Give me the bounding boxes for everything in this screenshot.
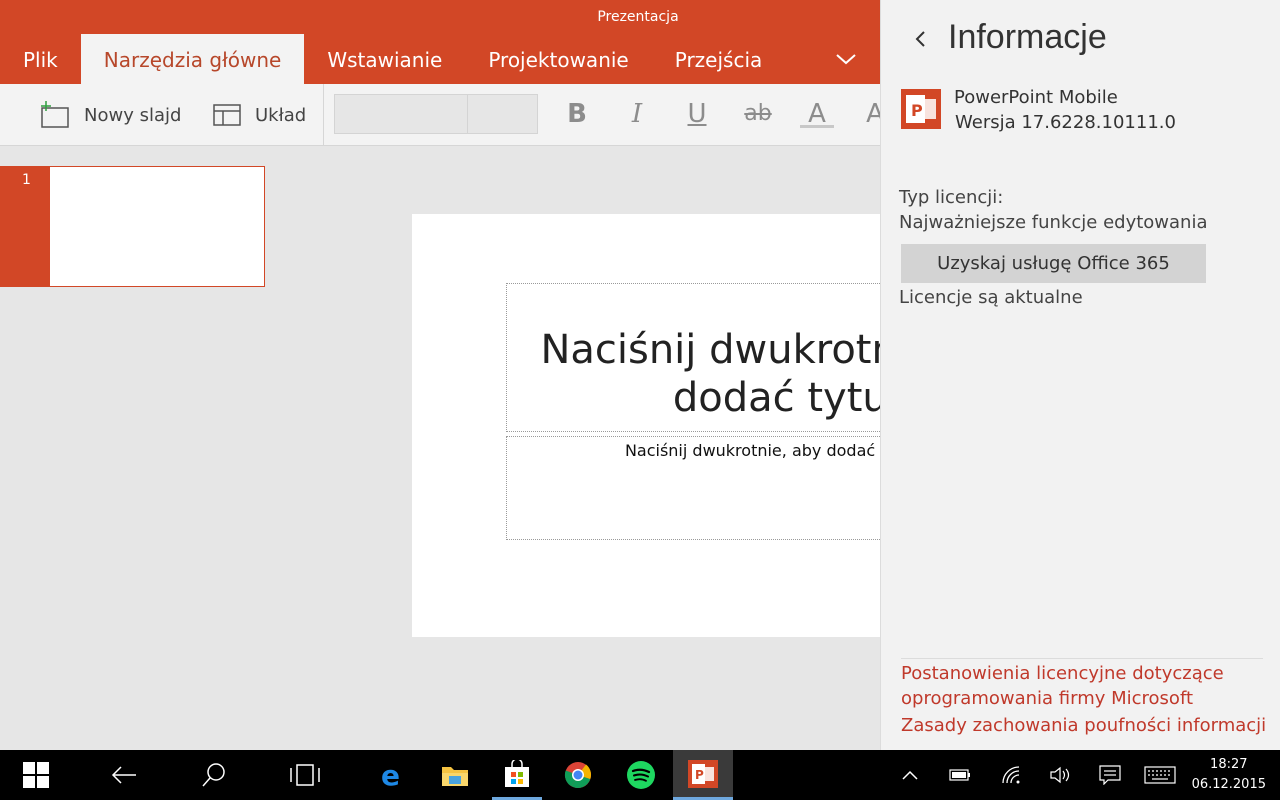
product-name: PowerPoint Mobile [954, 87, 1118, 108]
pane-title: Informacje [948, 18, 1107, 56]
highlight-button[interactable]: A [858, 98, 880, 132]
powerpoint-app[interactable]: P [673, 750, 733, 800]
search-button[interactable] [190, 750, 238, 800]
product-version: Wersja 17.6228.10111.0 [955, 112, 1176, 133]
task-view-icon [290, 764, 320, 786]
italic-button[interactable]: I [620, 98, 654, 132]
powerpoint-icon: P [688, 759, 718, 788]
touch-keyboard-button[interactable] [1142, 750, 1178, 800]
slide-canvas[interactable]: Naciśnij dwukrotnie, aby dodać tytuł Nac… [412, 214, 880, 637]
slide-thumbnail[interactable] [50, 166, 265, 287]
battery-icon [949, 769, 970, 781]
file-explorer-app[interactable] [431, 750, 479, 800]
subtitle-placeholder[interactable]: Naciśnij dwukrotnie, aby dodać podtytuł [506, 436, 880, 540]
font-size-box[interactable] [467, 94, 538, 134]
license-terms-link-line-1[interactable]: Postanowienia licencyjne dotyczące [901, 661, 1224, 687]
new-slide-icon [41, 101, 69, 128]
clock[interactable]: 18:27 06.12.2015 [1192, 755, 1266, 795]
chrome-app[interactable] [554, 750, 602, 800]
back-arrow-icon[interactable] [909, 26, 931, 52]
ribbon-divider [323, 84, 324, 145]
license-label: Typ licencji: [899, 187, 1004, 208]
svg-text:P: P [695, 768, 704, 782]
tab-home[interactable]: Narzędzia główne [80, 34, 305, 84]
new-slide-button[interactable]: Nowy slajd [40, 84, 182, 145]
privacy-link[interactable]: Zasady zachowania poufności informacji [901, 713, 1266, 739]
license-terms-link-line-2[interactable]: oprogramowania firmy Microsoft [901, 686, 1193, 712]
title-line-1: Naciśnij dwukrotnie, aby [540, 327, 880, 373]
title-line-2: dodać tytuł [672, 375, 880, 421]
battery-button[interactable] [946, 750, 974, 800]
tab-insert[interactable]: Wstawianie [304, 34, 465, 84]
chevron-up-icon [902, 770, 918, 780]
layout-button[interactable]: Układ [213, 84, 307, 145]
tab-design[interactable]: Projektowanie [465, 34, 651, 84]
bold-button[interactable]: B [560, 98, 594, 132]
notification-icon [1099, 765, 1121, 785]
keyboard-icon [1144, 766, 1176, 784]
spotify-app[interactable] [617, 750, 665, 800]
ribbon-tabs: Plik Narzędzia główne Wstawianie Projekt… [0, 34, 785, 84]
font-color-button[interactable]: A [800, 98, 834, 129]
action-center-button[interactable] [1096, 750, 1124, 800]
show-hidden-icons-button[interactable] [897, 750, 923, 800]
clock-time: 18:27 [1210, 757, 1248, 772]
back-arrow-icon [111, 766, 136, 784]
license-status: Licencje są aktualne [899, 287, 1083, 308]
start-button[interactable] [12, 750, 60, 800]
taskbar: e P 18:27 06.12.2015 [0, 750, 1280, 800]
svg-text:P: P [911, 101, 923, 120]
store-app[interactable] [492, 750, 542, 800]
store-bag-icon [505, 759, 529, 787]
windows-logo-icon [23, 762, 49, 788]
wifi-icon [1002, 766, 1020, 784]
search-icon [202, 763, 225, 787]
get-office-365-button[interactable]: Uzyskaj usługę Office 365 [901, 244, 1206, 283]
license-type: Najważniejsze funkcje edytowania [899, 212, 1208, 233]
folder-icon [442, 767, 468, 786]
subtitle-text: Naciśnij dwukrotnie, aby dodać podtytuł [624, 441, 880, 460]
back-button[interactable] [100, 750, 148, 800]
layout-icon [213, 104, 241, 126]
edge-app[interactable]: e [369, 750, 417, 800]
volume-icon [1050, 766, 1070, 784]
title-placeholder[interactable]: Naciśnij dwukrotnie, aby dodać tytuł [506, 283, 880, 432]
info-pane: Informacje P PowerPoint Mobile Wersja 17… [880, 0, 1280, 750]
layout-label: Układ [255, 104, 307, 126]
spotify-icon [627, 761, 655, 789]
volume-button[interactable] [1046, 750, 1074, 800]
pane-divider [901, 658, 1263, 659]
new-slide-label: Nowy slajd [84, 104, 182, 126]
ribbon-commands: Nowy slajd Układ B I U ab A A [0, 84, 880, 146]
task-view-button[interactable] [281, 750, 329, 800]
tab-transitions[interactable]: Przejścia [652, 34, 786, 84]
tab-file[interactable]: Plik [0, 34, 81, 84]
chevron-down-icon[interactable] [835, 48, 857, 70]
underline-button[interactable]: U [680, 98, 714, 132]
clock-date: 06.12.2015 [1191, 777, 1266, 792]
svg-text:e: e [381, 762, 400, 788]
slide-number: 1 [22, 172, 31, 188]
powerpoint-logo-icon: P [901, 89, 941, 129]
chrome-icon [564, 762, 592, 789]
strikethrough-button[interactable]: ab [741, 98, 775, 132]
wifi-button[interactable] [997, 750, 1025, 800]
edge-icon: e [381, 762, 400, 788]
font-name-box[interactable] [334, 94, 468, 134]
